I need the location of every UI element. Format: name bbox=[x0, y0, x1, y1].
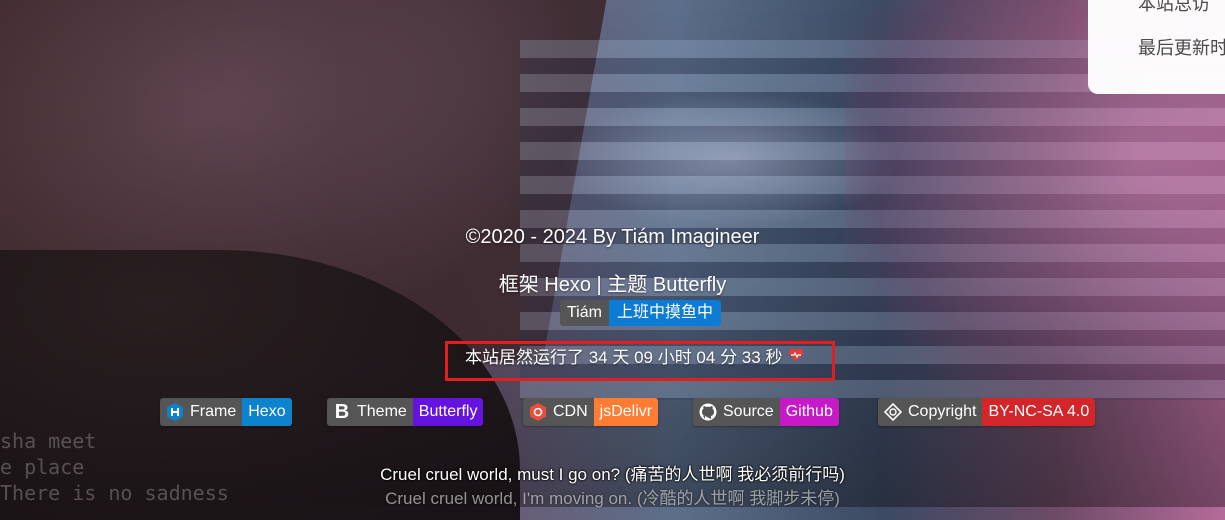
butterfly-b-icon: B bbox=[334, 400, 350, 423]
badge-label: Source bbox=[723, 403, 774, 420]
music-lyrics-current: Cruel cruel world, must I go on? (痛苦的人世啊… bbox=[380, 465, 845, 484]
badge-label: Frame bbox=[190, 403, 237, 420]
framework-link[interactable]: 框架 Hexo | 主题 Butterfly bbox=[499, 274, 726, 296]
badge-value: jsDelivr bbox=[593, 398, 659, 426]
badge-label: Copyright bbox=[908, 403, 977, 420]
badge-theme-butterfly[interactable]: B Theme Butterfly bbox=[327, 398, 484, 426]
slogan-badge-right: 上班中摸鱼中 bbox=[608, 300, 721, 326]
jsdelivr-icon bbox=[529, 403, 547, 421]
heart-icon bbox=[788, 346, 804, 370]
footer-badges: Frame Hexo B Theme Butterfly CDN jsDeliv… bbox=[0, 398, 1225, 428]
github-icon bbox=[699, 403, 717, 421]
badge-source-github[interactable]: Source Github bbox=[693, 398, 839, 426]
site-runtime: 本站居然运行了 34 天 09 小时 04 分 33 秒 bbox=[465, 346, 804, 370]
runtime-text: 本站居然运行了 34 天 09 小时 04 分 33 秒 bbox=[465, 348, 783, 367]
badge-value: Butterfly bbox=[412, 398, 484, 426]
footer-framework[interactable]: 框架 Hexo | 主题 Butterfly bbox=[0, 268, 1225, 297]
site-footer: ©2020 - 2024 By Tiám Imagineer 框架 Hexo |… bbox=[0, 0, 1225, 508]
slogan-badge-left: Tiám bbox=[560, 300, 609, 326]
badge-value: Hexo bbox=[242, 398, 292, 426]
badge-label: Theme bbox=[357, 403, 407, 420]
badge-value: BY-NC-SA 4.0 bbox=[982, 398, 1096, 426]
badge-cdn-jsdelivr[interactable]: CDN jsDelivr bbox=[523, 398, 659, 426]
badge-label: CDN bbox=[553, 403, 588, 420]
hexo-icon bbox=[166, 403, 184, 421]
slogan-badge: Tiám 上班中摸鱼中 bbox=[560, 300, 721, 326]
badge-copyright-license[interactable]: Copyright BY-NC-SA 4.0 bbox=[878, 398, 1096, 426]
badge-frame-hexo[interactable]: Frame Hexo bbox=[160, 398, 292, 426]
footer-copyright: ©2020 - 2024 By Tiám Imagineer bbox=[465, 226, 760, 248]
music-lyrics-next: Cruel cruel world, I'm moving on. (冷酷的人世… bbox=[385, 489, 840, 508]
creative-commons-icon bbox=[884, 403, 902, 421]
badge-value: Github bbox=[779, 398, 839, 426]
